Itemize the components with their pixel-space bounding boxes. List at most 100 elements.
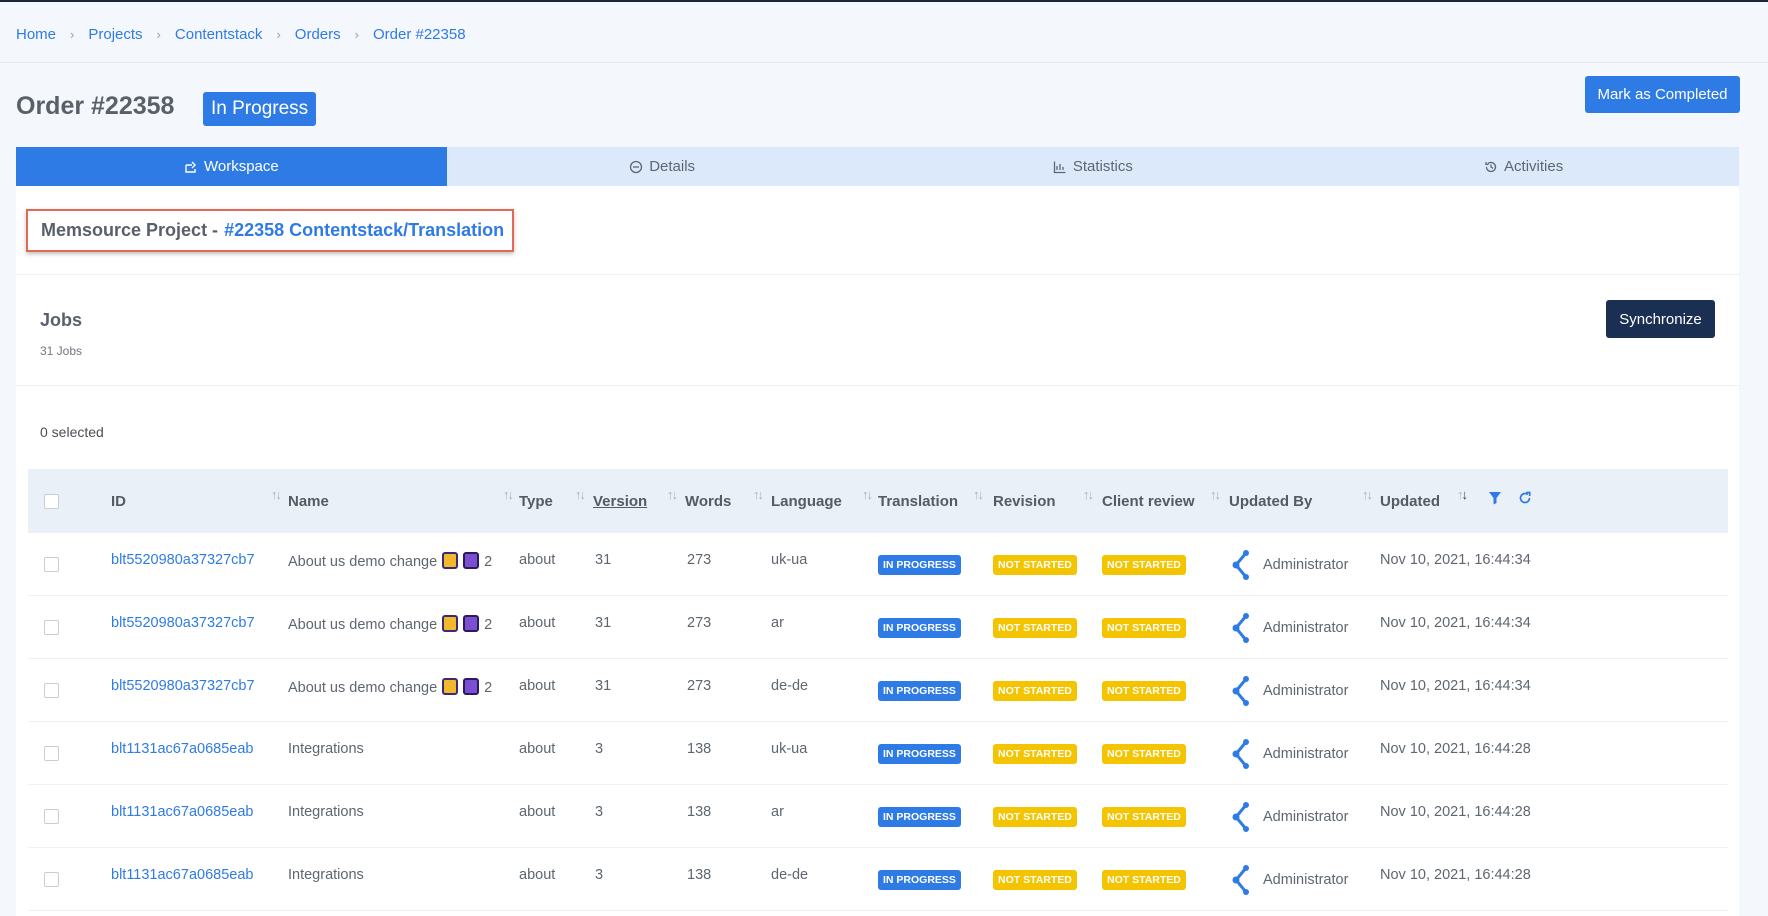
updated-by-name: Administrator bbox=[1263, 872, 1349, 888]
client-review-status-badge: NOT STARTED bbox=[1102, 555, 1186, 575]
updated-by-name: Administrator bbox=[1263, 620, 1349, 636]
name-extras: 2 bbox=[437, 552, 493, 570]
select-all-checkbox[interactable] bbox=[44, 493, 59, 509]
top-border bbox=[0, 0, 1768, 2]
job-name-text: Integrations bbox=[288, 741, 364, 757]
column-header-translation[interactable]: Translation bbox=[878, 469, 958, 533]
column-header-client-review[interactable]: Client review bbox=[1102, 469, 1195, 533]
row-checkbox[interactable] bbox=[44, 620, 59, 635]
job-name-text: About us demo change bbox=[288, 680, 438, 696]
job-version: 31 bbox=[595, 615, 612, 631]
name-extra-count: 2 bbox=[484, 680, 493, 696]
client-review-status-badge: NOT STARTED bbox=[1102, 807, 1186, 827]
job-language: de-de bbox=[771, 867, 809, 883]
synchronize-button[interactable]: Synchronize bbox=[1606, 300, 1715, 338]
job-language: uk-ua bbox=[771, 741, 808, 757]
sort-icon[interactable]: ↑↓ bbox=[862, 487, 873, 502]
jobs-title: Jobs bbox=[40, 310, 83, 330]
chevron-right-icon: › bbox=[276, 27, 281, 42]
tab-details[interactable]: Details bbox=[447, 147, 878, 186]
sort-icon[interactable]: ↑↓ bbox=[575, 487, 586, 502]
sort-icon[interactable]: ↑↓ bbox=[1362, 487, 1373, 502]
tab-label: Statistics bbox=[1072, 158, 1133, 175]
sort-icon[interactable]: ↑↓ bbox=[1210, 487, 1221, 502]
chevron-right-icon: › bbox=[70, 27, 75, 42]
status-badge: In Progress bbox=[203, 92, 317, 126]
job-name-text: Integrations bbox=[288, 804, 364, 820]
table-header: ID ↑↓ Name ↑↓ Type ↑↓ Version ↑↓ Words ↑… bbox=[28, 469, 1728, 533]
divider bbox=[0, 62, 1768, 63]
column-header-name[interactable]: Name bbox=[288, 469, 329, 533]
table-row: blt5520980a37327cb7 About us demo change… bbox=[28, 596, 1728, 659]
memsource-project-link[interactable]: #22358 Contentstack/Translation bbox=[224, 220, 504, 241]
column-header-words[interactable]: Words bbox=[685, 469, 731, 533]
table-row: blt1131ac67a0685eab Integrations about 3… bbox=[28, 722, 1728, 785]
share-nodes-icon bbox=[1232, 550, 1249, 580]
row-checkbox[interactable] bbox=[44, 746, 59, 761]
revision-status-badge: NOT STARTED bbox=[993, 807, 1077, 827]
share-nodes-icon bbox=[1232, 865, 1249, 895]
job-language: de-de bbox=[771, 678, 809, 694]
job-words: 138 bbox=[687, 867, 712, 883]
job-words: 273 bbox=[687, 615, 712, 631]
person-emoji-icon bbox=[442, 552, 459, 569]
name-extra-count: 2 bbox=[484, 554, 493, 570]
tab-statistics[interactable]: Statistics bbox=[878, 147, 1309, 186]
revision-status-badge: NOT STARTED bbox=[993, 870, 1077, 890]
sort-icon[interactable]: ↑↓ bbox=[753, 487, 764, 502]
job-id-link[interactable]: blt1131ac67a0685eab bbox=[111, 741, 253, 757]
sort-icon[interactable]: ↑↓ bbox=[973, 487, 984, 502]
job-id-link[interactable]: blt1131ac67a0685eab bbox=[111, 867, 253, 883]
job-type: about bbox=[519, 615, 556, 631]
job-name: About us demo change 2 bbox=[288, 552, 492, 570]
job-id-link[interactable]: blt5520980a37327cb7 bbox=[111, 552, 255, 568]
job-type: about bbox=[519, 804, 556, 820]
breadcrumb-contentstack[interactable]: Contentstack bbox=[175, 26, 263, 43]
table-body: blt5520980a37327cb7 About us demo change… bbox=[28, 533, 1728, 911]
row-checkbox[interactable] bbox=[44, 557, 59, 572]
workspace-card: Memsource Project - #22358 Contentstack/… bbox=[16, 186, 1739, 916]
column-header-updated[interactable]: Updated bbox=[1380, 469, 1440, 533]
updated-by-name: Administrator bbox=[1263, 683, 1349, 699]
person-emoji-icon bbox=[442, 615, 459, 632]
row-checkbox[interactable] bbox=[44, 872, 59, 887]
memsource-project-box: Memsource Project - #22358 Contentstack/… bbox=[26, 209, 514, 252]
breadcrumb-projects[interactable]: Projects bbox=[88, 26, 142, 43]
job-name: Integrations bbox=[288, 741, 364, 757]
sort-icon[interactable]: ↑↓ bbox=[667, 487, 678, 502]
table-row: blt5520980a37327cb7 About us demo change… bbox=[28, 533, 1728, 596]
tab-workspace[interactable]: Workspace bbox=[16, 147, 447, 186]
tab-label: Workspace bbox=[203, 158, 279, 175]
job-id-link[interactable]: blt5520980a37327cb7 bbox=[111, 678, 255, 694]
memsource-label: Memsource Project - bbox=[41, 220, 219, 240]
revision-status-badge: NOT STARTED bbox=[993, 555, 1077, 575]
robot-emoji-icon bbox=[463, 552, 480, 569]
job-name-text: About us demo change bbox=[288, 617, 438, 633]
job-id-link[interactable]: blt1131ac67a0685eab bbox=[111, 804, 253, 820]
row-checkbox[interactable] bbox=[44, 809, 59, 824]
column-header-language[interactable]: Language bbox=[771, 469, 842, 533]
share-nodes-icon bbox=[1232, 613, 1249, 643]
column-header-updated-by[interactable]: Updated By bbox=[1229, 469, 1312, 533]
job-language: ar bbox=[771, 615, 784, 631]
tab-activities[interactable]: Activities bbox=[1308, 147, 1739, 186]
refresh-icon[interactable] bbox=[1518, 491, 1532, 505]
robot-emoji-icon bbox=[463, 678, 480, 695]
breadcrumb-orders[interactable]: Orders bbox=[295, 26, 341, 43]
row-checkbox[interactable] bbox=[44, 683, 59, 698]
name-extras: 2 bbox=[437, 615, 492, 633]
job-id-link[interactable]: blt5520980a37327cb7 bbox=[111, 615, 255, 631]
breadcrumb-home[interactable]: Home bbox=[16, 26, 56, 43]
sort-icon[interactable]: ↑↓ bbox=[1083, 487, 1094, 502]
sort-desc-icon[interactable]: ↑↓ bbox=[1457, 487, 1468, 502]
column-header-id[interactable]: ID bbox=[111, 469, 126, 533]
column-header-revision[interactable]: Revision bbox=[993, 469, 1056, 533]
column-header-type[interactable]: Type bbox=[519, 469, 553, 533]
breadcrumb-order[interactable]: Order #22358 bbox=[373, 26, 466, 43]
sort-icon[interactable]: ↑↓ bbox=[503, 487, 514, 502]
filter-icon[interactable] bbox=[1488, 491, 1502, 505]
column-header-version[interactable]: Version bbox=[593, 469, 647, 533]
share-nodes-icon bbox=[1232, 676, 1249, 706]
mark-as-completed-button[interactable]: Mark as Completed bbox=[1585, 76, 1740, 113]
sort-icon[interactable]: ↑↓ bbox=[271, 487, 282, 502]
